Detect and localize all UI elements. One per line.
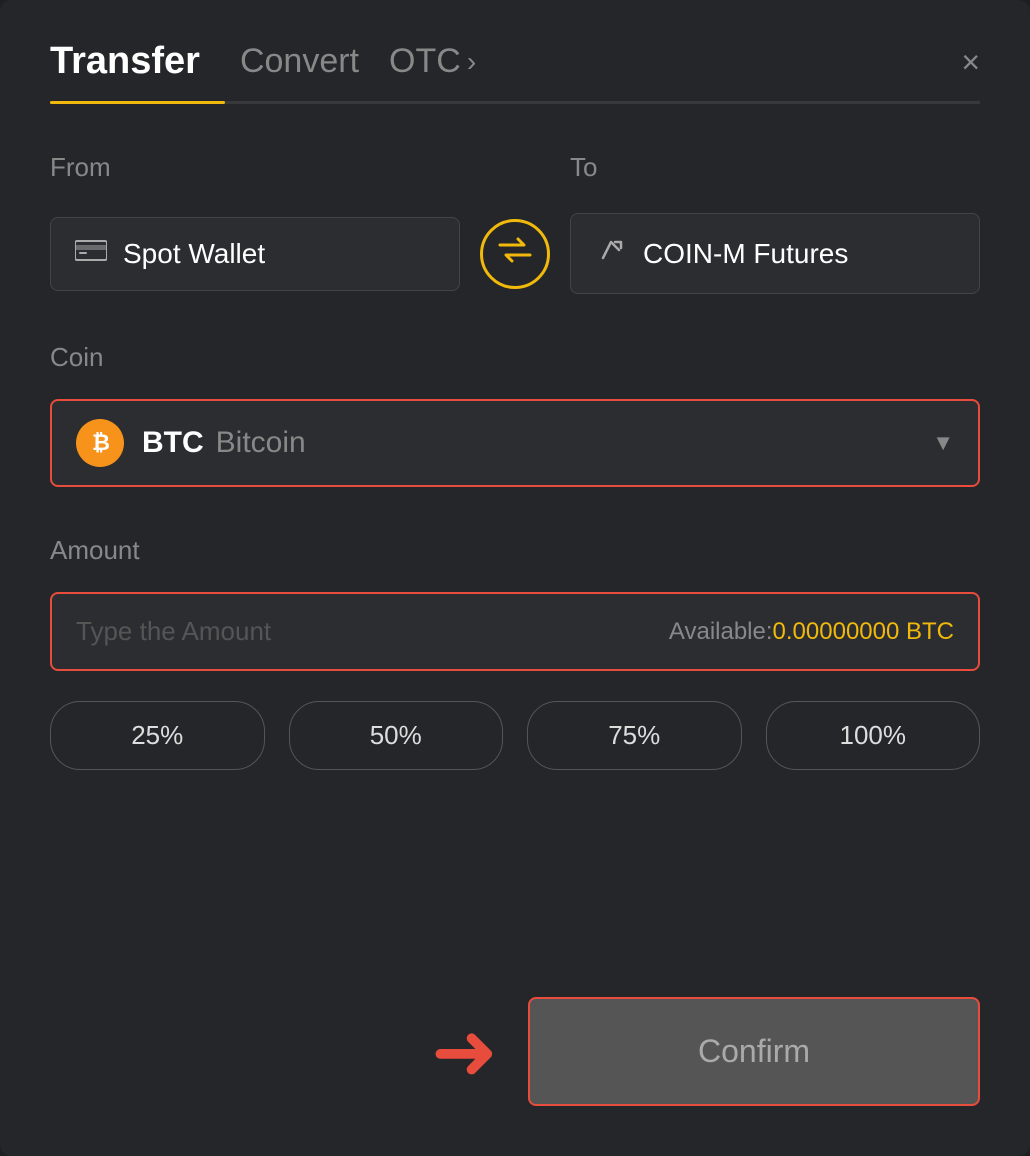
- arrow-area: ➜: [50, 1012, 498, 1092]
- close-button[interactable]: ×: [961, 46, 980, 78]
- amount-section: Amount: [50, 535, 980, 582]
- amount-input-box[interactable]: Type the Amount Available: 0.00000000 BT…: [50, 592, 980, 671]
- amount-placeholder: Type the Amount: [76, 616, 669, 647]
- coin-label: Coin: [50, 342, 980, 373]
- from-wallet-name: Spot Wallet: [123, 238, 265, 270]
- percent-25-button[interactable]: 25%: [50, 701, 265, 770]
- percent-50-button[interactable]: 50%: [289, 701, 504, 770]
- available-label: Available:: [669, 618, 773, 646]
- from-wallet-box[interactable]: Spot Wallet: [50, 217, 460, 291]
- tab-otc[interactable]: OTC ›: [389, 42, 476, 81]
- tab-underline-row: [50, 101, 980, 104]
- to-wallet-name: COIN-M Futures: [643, 238, 848, 270]
- swap-icon: [498, 237, 532, 270]
- tab-convert[interactable]: Convert: [240, 42, 359, 81]
- from-label: From: [50, 152, 460, 183]
- modal-header: Transfer Convert OTC › ×: [50, 40, 980, 83]
- coin-ticker: BTC: [142, 426, 204, 460]
- coin-fullname: Bitcoin: [216, 426, 306, 460]
- to-wallet-box[interactable]: COIN-M Futures: [570, 213, 980, 294]
- coin-dropdown-chevron: ▼: [932, 430, 954, 456]
- available-amount: 0.00000000 BTC: [773, 618, 954, 646]
- coin-select[interactable]: ₿ BTC Bitcoin ▼: [50, 399, 980, 487]
- confirm-button[interactable]: Confirm: [528, 997, 980, 1106]
- coin-section: Coin: [50, 342, 980, 389]
- btc-icon: ₿: [76, 419, 124, 467]
- percent-100-button[interactable]: 100%: [766, 701, 981, 770]
- wallet-row: Spot Wallet COIN-M Futures: [50, 213, 980, 294]
- tab-transfer[interactable]: Transfer: [50, 40, 200, 83]
- transfer-modal: Transfer Convert OTC › × From To: [0, 0, 1030, 1156]
- percent-row: 25% 50% 75% 100%: [50, 701, 980, 770]
- tab-underline-active: [50, 101, 225, 104]
- svg-text:₿: ₿: [92, 430, 110, 455]
- percent-75-button[interactable]: 75%: [527, 701, 742, 770]
- amount-label: Amount: [50, 535, 980, 566]
- futures-icon: [595, 234, 627, 273]
- to-label: To: [570, 152, 980, 183]
- bottom-row: ➜ Confirm: [50, 997, 980, 1106]
- swap-button[interactable]: [480, 219, 550, 289]
- wallet-icon: [75, 238, 107, 269]
- arrow-icon: ➜: [431, 1012, 498, 1092]
